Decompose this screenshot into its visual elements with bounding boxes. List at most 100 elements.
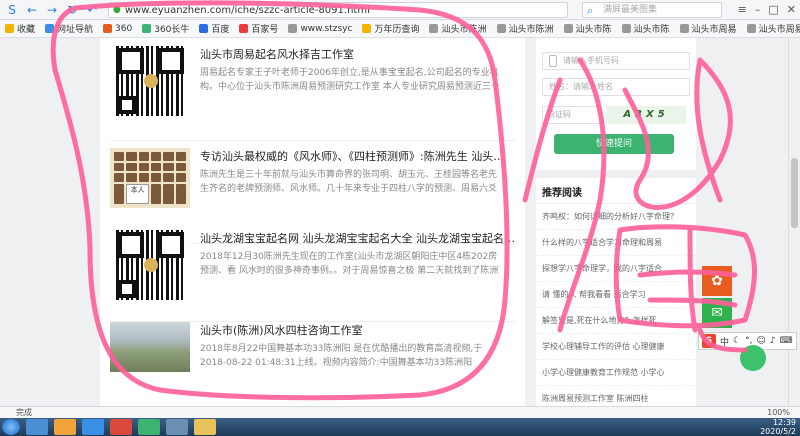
forward-icon[interactable]: → xyxy=(44,2,60,18)
article-item[interactable]: 汕头市(陈洲)风水四柱咨询工作室 2018年8月22中国舞基本功33陈洲阳 是在… xyxy=(110,322,515,402)
start-button[interactable] xyxy=(2,419,20,435)
ime-logo-icon: S xyxy=(702,334,716,348)
bookmark-label: 汕头市陈 xyxy=(633,25,670,35)
bookmark-label: 360长牛 xyxy=(154,25,190,35)
share-weibo-icon[interactable]: ✿ xyxy=(702,266,732,296)
minimize-icon[interactable]: – xyxy=(755,3,761,16)
address-url: www.eyuanzhen.com/iche/szzc-article-8091… xyxy=(124,4,370,16)
recommend-title: 推荐阅读 xyxy=(536,178,696,204)
ime-emoji-icon[interactable]: ☺ xyxy=(756,336,765,346)
bookmark-item[interactable]: 汕头市陈 xyxy=(617,22,675,35)
recommend-item[interactable]: 解签显是,死在什么地方？怎样死 xyxy=(536,308,696,334)
bookmark-item[interactable]: 万年历查询 xyxy=(357,22,424,35)
bookmarks-bar: 收藏 网址导航 360 360长牛 百度 百家号 www.stzsyc 万年历查询 汕头市陈洲 汕… xyxy=(0,20,800,38)
article-title[interactable]: 汕头龙湖宝宝起名网 汕头龙湖宝宝起名大全 汕头龙湖宝宝起名 查... xyxy=(200,230,515,246)
taskbar-app-icon[interactable] xyxy=(166,419,188,435)
maximize-icon[interactable]: □ xyxy=(768,3,778,16)
bookmark-icon xyxy=(5,24,14,33)
bookmark-item[interactable]: 网址导航 xyxy=(40,22,98,35)
article-item[interactable]: 汕头市周易起名风水择吉工作室 周易起名专家王子叶老师于2006年创立,是从事宝宝… xyxy=(110,46,515,141)
article-title[interactable]: 汕头市周易起名风水择吉工作室 xyxy=(200,46,515,62)
recommend-panel: 推荐阅读 齐鸣权：如何详细的分析好八字命理？ 什么样的八字适合学习命理和周易 探想学… xyxy=(536,178,696,406)
close-icon[interactable]: ✕ xyxy=(787,3,796,16)
bookmark-item[interactable]: 百家号 xyxy=(234,22,283,35)
search-icon: ⌕ xyxy=(587,4,594,17)
bookmark-label: 汕头市周易 xyxy=(758,25,800,35)
taskbar-app-icon[interactable] xyxy=(110,419,132,435)
bookmark-label: 360 xyxy=(115,23,133,34)
back-icon[interactable]: ← xyxy=(24,2,40,18)
taskbar-app-icon[interactable] xyxy=(194,419,216,435)
bookmark-item[interactable]: 汕头市陈洲 xyxy=(424,22,491,35)
page-scrollbar[interactable] xyxy=(788,38,800,406)
recommend-item[interactable]: 探想学八字命理学，我的八字适合 xyxy=(536,256,696,282)
windows-taskbar: 12:39 2020/5/2 xyxy=(0,418,800,436)
taskbar-folder-icon[interactable] xyxy=(54,419,76,435)
browser-toolbar: S ← → ↻ ↶ ⌂ ● www.eyuanzhen.com/iche/szz… xyxy=(0,0,800,20)
bookmark-icon xyxy=(45,24,55,33)
undo-icon[interactable]: ↶ xyxy=(84,2,100,18)
window-controls: ≡ – □ ✕ xyxy=(738,3,796,16)
recommend-item[interactable]: 什么样的八字适合学习命理和周易 xyxy=(536,230,696,256)
refresh-icon[interactable]: ↻ xyxy=(64,2,80,18)
bookmark-item[interactable]: www.stzsyc xyxy=(283,24,357,34)
article-desc: 周易起名专家王子叶老师于2006年创立,是从事宝宝起名,公司起名的专业机构。中心… xyxy=(200,68,500,92)
browser-logo-icon[interactable]: S xyxy=(4,2,20,18)
taskbar-wechat-icon[interactable] xyxy=(138,419,160,435)
article-title[interactable]: 专访汕头最权威的《风水师》、《四柱预测师》:陈洲先生 汕头爆料 ... xyxy=(200,148,515,164)
scroll-thumb[interactable] xyxy=(791,158,798,228)
bookmark-item[interactable]: 360长牛 xyxy=(137,22,194,35)
recommend-item[interactable]: 请 懂的人 帮我看看 适合学习 xyxy=(536,282,696,308)
bookmark-icon xyxy=(362,24,372,33)
article-title[interactable]: 汕头市(陈洲)风水四柱咨询工作室 xyxy=(200,322,515,338)
bookmark-label: 汕头市陈洲 xyxy=(508,25,554,35)
phone-field[interactable]: 请输入手机号码 xyxy=(542,52,690,70)
secure-icon: ● xyxy=(113,5,121,15)
bookmark-label: 百家号 xyxy=(251,25,279,35)
bookmark-label: 万年历查询 xyxy=(374,25,420,35)
bookmark-item[interactable]: 汕头市周易 xyxy=(675,22,742,35)
recommend-item[interactable]: 学校心理辅导工作的评估 心理健康 xyxy=(536,334,696,360)
system-clock[interactable]: 12:39 2020/5/2 xyxy=(760,418,796,436)
bookmark-label: 汕头市陈 xyxy=(575,25,612,35)
address-bar[interactable]: ● www.eyuanzhen.com/iche/szzc-article-80… xyxy=(108,2,568,18)
taskbar-browser-icon[interactable] xyxy=(82,419,104,435)
photo-badge: 本人 xyxy=(126,183,149,204)
recommend-item[interactable]: 齐鸣权：如何详细的分析好八字命理？ xyxy=(536,204,696,230)
bookmark-label: 汕头市陈洲 xyxy=(441,25,487,35)
captcha-image[interactable]: A3X5 xyxy=(606,106,686,124)
bookmark-icon xyxy=(429,24,439,33)
captcha-input[interactable]: 验证码 xyxy=(542,106,602,124)
bookmark-item[interactable]: 汕头市陈洲 xyxy=(492,22,559,35)
taskbar-ie-icon[interactable] xyxy=(26,419,48,435)
article-item[interactable]: 汕头龙湖宝宝起名网 汕头龙湖宝宝起名大全 汕头龙湖宝宝起名 查... 2018年… xyxy=(110,230,515,322)
bookmark-item[interactable]: 汕头市周易 xyxy=(742,22,800,35)
ime-keyboard-icon[interactable]: ⌨ xyxy=(780,336,793,346)
ime-mic-icon[interactable]: ♪ xyxy=(770,336,776,346)
qr-code-image xyxy=(110,230,190,300)
phone-icon xyxy=(549,55,557,67)
bookmark-item[interactable]: 百度 xyxy=(194,22,234,35)
bookmark-item[interactable]: 360 xyxy=(98,24,137,34)
share-wechat-icon[interactable]: ✉ xyxy=(702,298,732,328)
ime-moon-icon[interactable]: ☾ xyxy=(733,336,741,346)
bookmark-icon xyxy=(199,24,209,33)
recommend-item[interactable]: 小学心理健康教育工作规范 小学心 xyxy=(536,360,696,386)
submit-question-button[interactable]: 快速提问 xyxy=(554,134,674,154)
bookmark-icon xyxy=(103,24,113,33)
search-input[interactable]: ⌕ 满屏最美图集 xyxy=(582,2,722,18)
name-field[interactable]: 姓名：请输入姓名 xyxy=(542,78,690,96)
bookmark-item[interactable]: 汕头市陈 xyxy=(559,22,617,35)
bookmark-item[interactable]: 收藏 xyxy=(0,22,40,35)
article-desc: 2018年12月30陈洲先生现在的工作室(汕头市龙湖区朝阳庄中区4栋202房 预… xyxy=(200,252,499,276)
zoom-level[interactable]: 100% xyxy=(767,407,790,418)
ime-mode[interactable]: 中 xyxy=(720,335,729,348)
floating-assistant-icon[interactable] xyxy=(740,345,766,371)
menu-icon[interactable]: ≡ xyxy=(738,3,747,16)
article-desc: 陈洲先生是三十年前就与汕头市算命界的张司明、胡玉元、王桂园等名老先生齐名的老牌预… xyxy=(200,170,498,194)
article-desc: 2018年8月22中国舞基本功33陈洲阳 是在优酷播出的教育高清视频,于2018… xyxy=(200,344,483,368)
recommend-item[interactable]: 陈洲周易预测工作室 陈洲四柱 xyxy=(536,386,696,406)
bookmark-label: 网址导航 xyxy=(57,25,94,35)
recommend-list: 齐鸣权：如何详细的分析好八字命理？ 什么样的八字适合学习命理和周易 探想学八字命理学… xyxy=(536,204,696,406)
landscape-image xyxy=(110,322,190,390)
